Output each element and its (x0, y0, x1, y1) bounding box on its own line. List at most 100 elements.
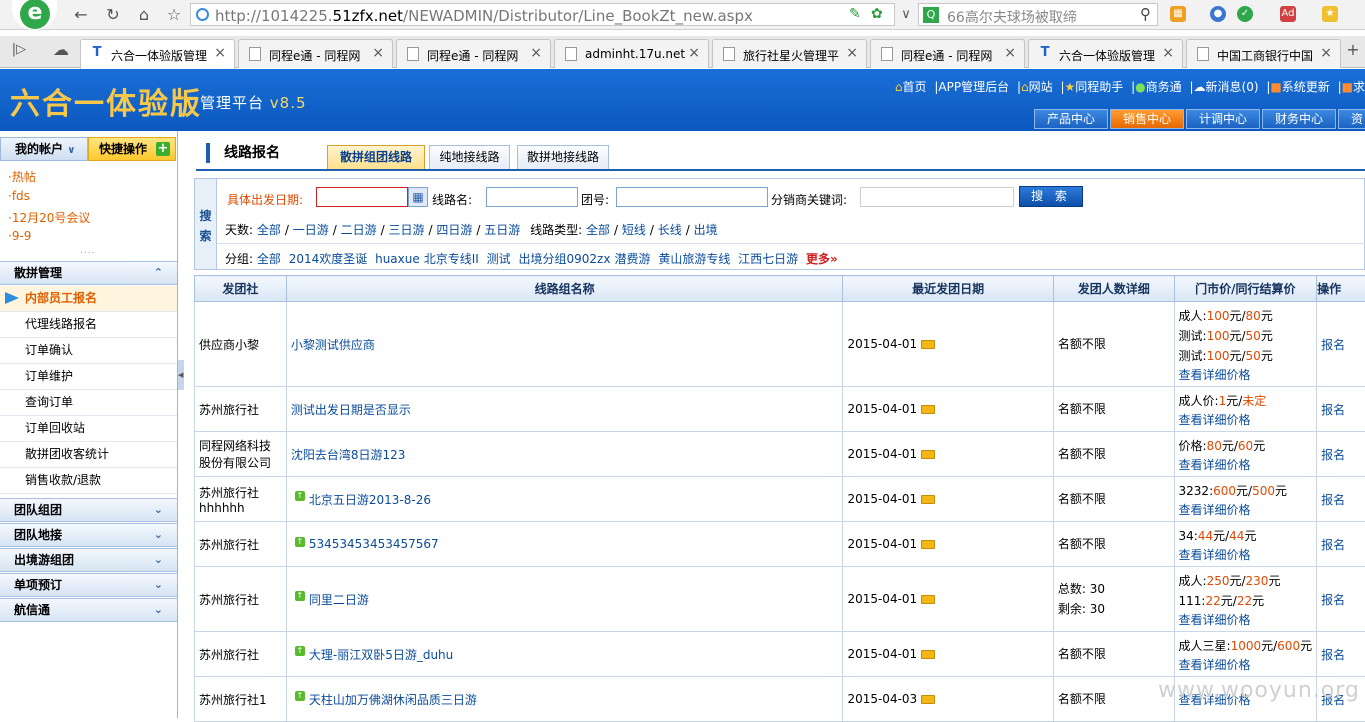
more-link[interactable]: 更多» (806, 252, 838, 266)
route-link[interactable]: 53453453453457567 (309, 537, 439, 551)
price-detail-link[interactable]: 查看详细价格 (1179, 413, 1251, 427)
sidebar-toggle-icon[interactable]: |▷ (8, 39, 30, 61)
route-link[interactable]: 同里二日游 (309, 593, 369, 607)
folder-icon[interactable] (921, 495, 935, 504)
group-huaxue[interactable]: huaxue (375, 252, 420, 266)
sidebar-item-order-maintain[interactable]: 订单维护 (0, 364, 177, 390)
days-4[interactable]: 四日游 (436, 223, 472, 237)
top-link-helper[interactable]: |★同程助手 (1060, 80, 1123, 94)
calendar-icon[interactable]: ▦ (408, 187, 428, 207)
top-link-site[interactable]: |⌂网站 (1017, 80, 1053, 94)
route-link[interactable]: 北京五日游2013-8-26 (309, 493, 431, 507)
signup-link[interactable]: 报名 (1321, 593, 1345, 607)
quick-link-hot[interactable]: ·热帖 (8, 168, 36, 185)
group-no-input[interactable] (616, 187, 768, 207)
quick-ops-button[interactable]: 快捷操作+ (88, 137, 176, 161)
tab-sales-center[interactable]: 销售中心 (1110, 109, 1184, 129)
quick-link-fds[interactable]: ·fds (8, 189, 30, 203)
close-icon[interactable]: × (846, 45, 858, 61)
days-5[interactable]: 五日游 (484, 223, 520, 237)
profile-icon[interactable]: ● (1210, 6, 1226, 22)
group-jiangxi[interactable]: 江西七日游 (738, 252, 798, 266)
price-detail-link[interactable]: 查看详细价格 (1179, 613, 1251, 627)
home-icon[interactable]: ⌂ (133, 4, 155, 26)
top-link-app-admin[interactable]: |APP管理后台 (934, 80, 1009, 94)
ad-icon[interactable]: Ad (1280, 6, 1296, 22)
sidebar-item-payments[interactable]: 销售收款/退款 (0, 468, 177, 494)
top-link-home[interactable]: ⌂首页 (895, 80, 927, 94)
tab-scatter-local[interactable]: 散拼地接线路 (517, 145, 609, 169)
close-icon[interactable]: × (372, 45, 384, 61)
group-all[interactable]: 全部 (257, 252, 281, 266)
tab-scatter-group[interactable]: 散拼组团线路 (327, 145, 425, 169)
type-short[interactable]: 短线 (622, 223, 646, 237)
tab-more[interactable]: 资 (1338, 109, 1365, 129)
price-detail-link[interactable]: 查看详细价格 (1179, 503, 1251, 517)
close-icon[interactable]: × (688, 45, 700, 61)
quick-link-meeting[interactable]: ·12月20号会议 (8, 209, 90, 226)
keyword-input[interactable] (860, 187, 1014, 207)
route-link[interactable]: 天柱山加万佛湖休闲品质三日游 (309, 693, 477, 707)
price-detail-link[interactable]: 查看详细价格 (1179, 658, 1251, 672)
signup-link[interactable]: 报名 (1321, 403, 1345, 417)
sidebar-item-order-confirm[interactable]: 订单确认 (0, 338, 177, 364)
new-tab-button[interactable]: + (1342, 39, 1364, 61)
days-2[interactable]: 二日游 (341, 223, 377, 237)
route-link[interactable]: 小黎测试供应商 (291, 338, 375, 352)
section-team-local[interactable]: 团队地接⌄ (0, 523, 177, 547)
top-link-messages[interactable]: |☁新消息(0) (1189, 80, 1258, 94)
sidebar-item-recycle-bin[interactable]: 订单回收站 (0, 416, 177, 442)
signup-link[interactable]: 报名 (1321, 538, 1345, 552)
close-icon[interactable]: × (214, 45, 226, 61)
star-icon[interactable]: ☆ (163, 4, 185, 26)
type-all[interactable]: 全部 (586, 223, 610, 237)
date-input[interactable] (316, 187, 408, 207)
close-icon[interactable]: × (1320, 45, 1332, 61)
apps-icon[interactable]: ▦ (1170, 6, 1186, 22)
sidebar-item-agent-signup[interactable]: 代理线路报名 (0, 312, 177, 338)
tab-2[interactable]: 同程e通 - 同程网× (238, 39, 393, 68)
days-1[interactable]: 一日游 (293, 223, 329, 237)
route-link[interactable]: 大理-丽江双卧5日游_duhu (309, 648, 453, 662)
chevron-down-icon[interactable]: ∨ (896, 4, 916, 26)
folder-icon[interactable] (921, 540, 935, 549)
price-detail-link[interactable]: 查看详细价格 (1179, 548, 1251, 562)
section-outbound[interactable]: 出境游组团⌄ (0, 548, 177, 572)
folder-icon[interactable] (921, 340, 935, 349)
tab-6[interactable]: 同程e通 - 同程网× (870, 39, 1025, 68)
price-detail-link[interactable]: 查看详细价格 (1179, 368, 1251, 382)
group-qianfei[interactable]: 潜费游 (614, 252, 650, 266)
quick-link-9-9[interactable]: ·9-9 (8, 229, 31, 243)
signup-link[interactable]: 报名 (1321, 338, 1345, 352)
section-single-booking[interactable]: 单项预订⌄ (0, 573, 177, 597)
section-scatter-manage[interactable]: 散拼管理⌃ (0, 261, 177, 285)
extension-icon[interactable]: ★ (1322, 6, 1338, 22)
section-team-group[interactable]: 团队组团⌄ (0, 498, 177, 522)
tab-4[interactable]: adminht.17u.net× (554, 39, 709, 68)
route-input[interactable] (486, 187, 578, 207)
search-bar[interactable]: Q 66高尔夫球场被取缔 ⚲ (918, 3, 1158, 26)
group-test[interactable]: 测试 (487, 252, 511, 266)
price-detail-link[interactable]: 查看详细价格 (1179, 458, 1251, 472)
section-flight[interactable]: 航信通⌄ (0, 598, 177, 622)
days-3[interactable]: 三日游 (389, 223, 425, 237)
resize-grip[interactable]: .... (80, 246, 95, 256)
shield-icon[interactable]: ✓ (1237, 6, 1253, 22)
route-link[interactable]: 沈阳去台湾8日游123 (291, 448, 406, 462)
top-link-update[interactable]: |■系统更新 (1266, 80, 1329, 94)
group-huangshan[interactable]: 黄山旅游专线 (658, 252, 730, 266)
sidebar-item-query-order[interactable]: 查询订单 (0, 390, 177, 416)
close-icon[interactable]: × (1162, 45, 1174, 61)
type-long[interactable]: 长线 (658, 223, 682, 237)
folder-icon[interactable] (921, 595, 935, 604)
top-link-more[interactable]: |■求 (1338, 80, 1365, 94)
type-outbound[interactable]: 出境 (694, 223, 718, 237)
signup-link[interactable]: 报名 (1321, 448, 1345, 462)
sidebar-item-stats[interactable]: 散拼团收客统计 (0, 442, 177, 468)
sidebar-collapse-handle[interactable]: ◀ (178, 360, 184, 390)
tab-7[interactable]: T六合一体验版管理× (1028, 39, 1183, 68)
my-account-button[interactable]: 我的帐户 ∨ (0, 137, 88, 161)
group-beijing[interactable]: 北京专线II (424, 252, 479, 266)
folder-icon[interactable] (921, 695, 935, 704)
close-icon[interactable]: × (530, 45, 542, 61)
